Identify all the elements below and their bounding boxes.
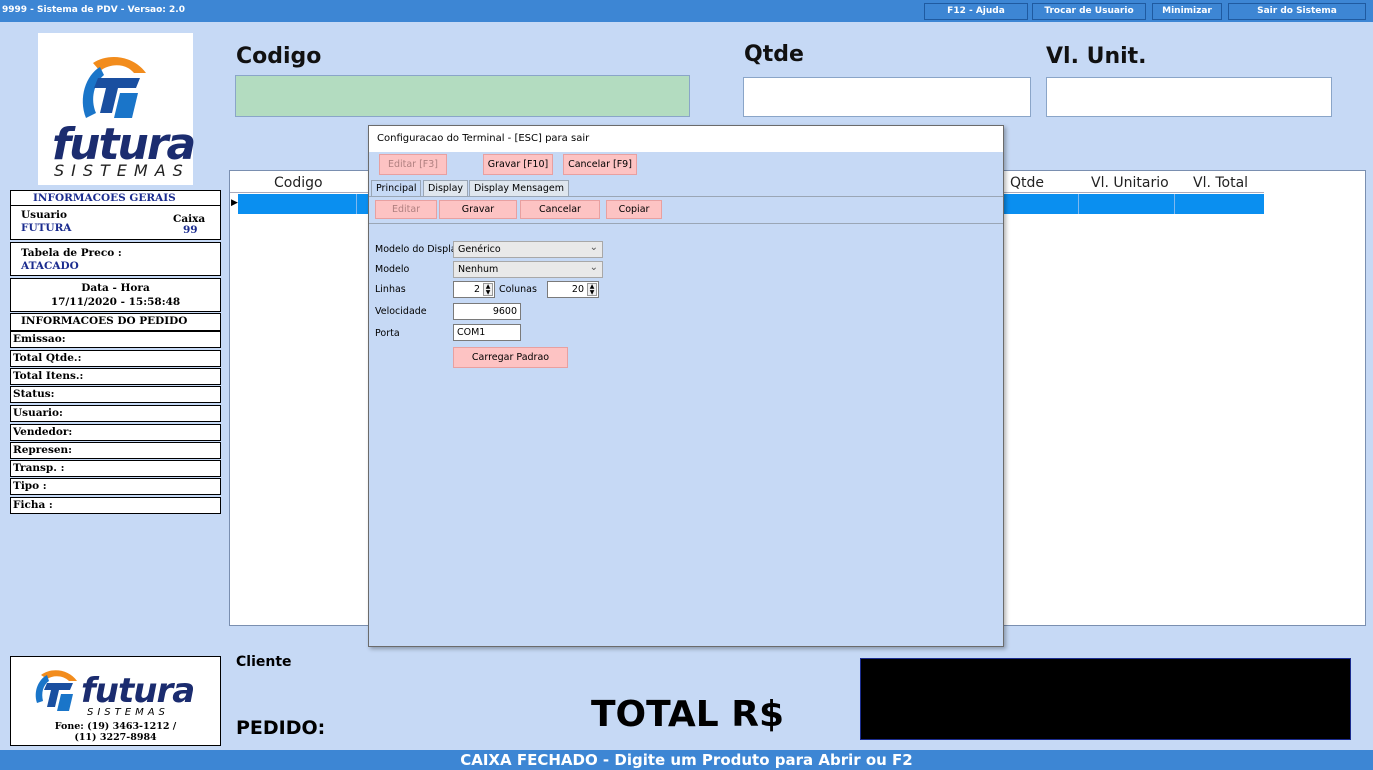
load-default-button[interactable]: Carregar Padrao — [453, 347, 568, 368]
order-row-ficha: Ficha : — [10, 497, 221, 514]
grid-col-qtde: Qtde — [1010, 175, 1045, 191]
chevron-down-icon: ⌄ — [589, 262, 598, 273]
price-table-panel: Tabela de Preco : ATACADO — [10, 242, 221, 276]
dialog-title: Configuracao do Terminal - [ESC] para sa… — [369, 126, 1003, 152]
datetime-label: Data - Hora — [81, 282, 150, 294]
copy-button[interactable]: Copiar — [606, 200, 662, 219]
lines-spinner[interactable]: 2 ▲ ▼ — [453, 281, 495, 298]
order-row-total-itens: Total Itens.: — [10, 368, 221, 385]
tab-principal[interactable]: Principal — [371, 180, 422, 196]
info-general-panel: INFORMACOES GERAIS Usuario FUTURA Caixa … — [10, 190, 221, 240]
port-label: Porta — [375, 328, 400, 339]
logo-bottom-subtitle: SISTEMAS — [87, 707, 169, 718]
order-row-total-qtde: Total Qtde.: — [10, 350, 221, 367]
order-row-emissao: Emissao: — [10, 331, 221, 348]
columns-label: Colunas — [499, 284, 537, 295]
edit-f3-button[interactable]: Editar [F3] — [379, 154, 447, 175]
order-row-usuario: Usuario: — [10, 405, 221, 422]
futura-logo-bottom: futura SISTEMAS Fone: (19) 3463-1212 / (… — [10, 656, 221, 746]
speed-label: Velocidade — [375, 306, 427, 317]
cancel-button[interactable]: Cancelar — [520, 200, 600, 219]
price-table-value: ATACADO — [21, 260, 79, 272]
grid-col-vl-unitario: Vl. Unitario — [1091, 175, 1169, 191]
display-model-value: Genérico — [458, 244, 501, 255]
model-value: Nenhum — [458, 264, 499, 275]
minimize-button[interactable]: Minimizar — [1152, 3, 1222, 20]
order-row-tipo: Tipo : — [10, 478, 221, 495]
terminal-config-dialog: Configuracao do Terminal - [ESC] para sa… — [368, 125, 1004, 647]
info-general-header: INFORMACOES GERAIS — [33, 192, 176, 204]
help-button[interactable]: F12 - Ajuda — [924, 3, 1028, 20]
lines-value: 2 — [473, 284, 480, 295]
exit-system-button[interactable]: Sair do Sistema — [1228, 3, 1366, 20]
logo-subtitle: SISTEMAS — [54, 161, 190, 180]
order-info-header-box: INFORMACOES DO PEDIDO — [10, 313, 221, 331]
lines-label: Linhas — [375, 284, 406, 295]
order-row-vendedor: Vendedor: — [10, 424, 221, 441]
save-button[interactable]: Gravar — [439, 200, 517, 219]
qtde-label: Qtde — [744, 42, 804, 67]
datetime-panel: Data - Hora 17/11/2020 - 15:58:48 — [10, 278, 221, 312]
price-table-label: Tabela de Preco : — [21, 247, 122, 259]
model-label: Modelo — [375, 264, 410, 275]
columns-spinner[interactable]: 20 ▲ ▼ — [547, 281, 599, 298]
port-input[interactable]: COM1 — [453, 324, 521, 341]
register-value: 99 — [183, 224, 198, 236]
order-info-header: INFORMACOES DO PEDIDO — [21, 315, 188, 327]
display-model-label: Modelo do Display — [375, 244, 463, 255]
switch-user-button[interactable]: Trocar de Usuario — [1032, 3, 1146, 20]
edit-button[interactable]: Editar — [375, 200, 437, 219]
model-select[interactable]: Nenhum ⌄ — [453, 261, 603, 278]
logo-bottom-wordmark: futura — [81, 671, 195, 711]
phone-line-1: Fone: (19) 3463-1212 / — [54, 721, 177, 732]
qtde-input[interactable] — [743, 77, 1031, 117]
status-bar: CAIXA FECHADO - Digite um Produto para A… — [0, 750, 1373, 770]
row-indicator: ▶ — [230, 194, 238, 214]
speed-input[interactable]: 9600 — [453, 303, 521, 320]
codigo-input[interactable] — [235, 75, 690, 117]
save-f10-button[interactable]: Gravar [F10] — [483, 154, 553, 175]
grid-col-vl-total: Vl. Total — [1193, 175, 1249, 191]
row-pointer-icon: ▶ — [231, 198, 238, 208]
vl-unit-label: Vl. Unit. — [1046, 44, 1147, 69]
tab-display-mensagem[interactable]: Display Mensagem — [469, 180, 569, 196]
spinner-arrows-icon[interactable]: ▲ ▼ — [483, 283, 493, 296]
futura-logo-small-icon — [35, 670, 77, 711]
datetime-value: 17/11/2020 - 15:58:48 — [50, 296, 181, 308]
total-label: TOTAL R$ — [591, 694, 785, 735]
order-row-represen: Represen: — [10, 442, 221, 459]
cancel-f9-button[interactable]: Cancelar [F9] — [563, 154, 637, 175]
total-display — [860, 658, 1351, 740]
display-model-select[interactable]: Genérico ⌄ — [453, 241, 603, 258]
grid-col-codigo: Codigo — [274, 175, 323, 191]
spinner-arrows-icon[interactable]: ▲ ▼ — [587, 283, 597, 296]
codigo-label: Codigo — [236, 44, 322, 69]
user-value: FUTURA — [21, 222, 72, 234]
futura-logo-top: futura SISTEMAS — [38, 33, 196, 185]
vl-unit-input[interactable] — [1046, 77, 1332, 117]
phone-line-2: (11) 3227-8984 — [74, 732, 157, 743]
pedido-label: PEDIDO: — [236, 717, 326, 739]
order-row-status: Status: — [10, 386, 221, 403]
columns-value: 20 — [571, 284, 584, 295]
tab-display[interactable]: Display — [423, 180, 469, 196]
title-bar: 9999 - Sistema de PDV - Versao: 2.0 F12 … — [0, 0, 1373, 22]
window-title: 9999 - Sistema de PDV - Versao: 2.0 — [2, 5, 185, 15]
cliente-label: Cliente — [236, 654, 292, 670]
chevron-down-icon: ⌄ — [589, 242, 598, 253]
user-label: Usuario — [21, 209, 68, 221]
order-row-transp: Transp. : — [10, 460, 221, 477]
